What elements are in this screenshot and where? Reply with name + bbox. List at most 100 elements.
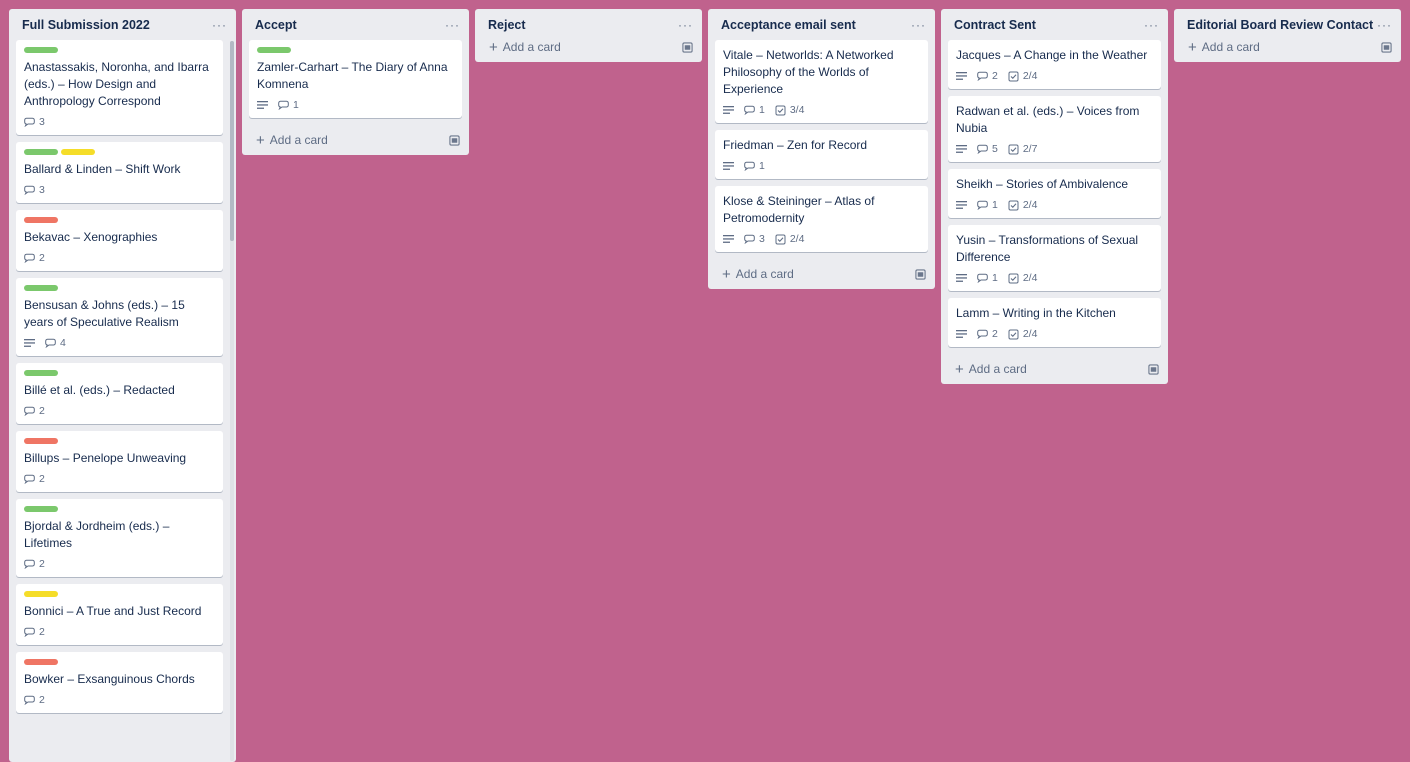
comment-icon: [744, 105, 755, 115]
checklist-icon: [1008, 200, 1019, 211]
label-red[interactable]: [24, 438, 58, 444]
comments-badge: 5: [977, 143, 998, 155]
card[interactable]: Bjordal & Jordheim (eds.) – Lifetimes 2: [16, 499, 223, 577]
add-card-button[interactable]: + Add a card: [475, 32, 702, 62]
list-title[interactable]: Acceptance email sent: [721, 18, 856, 32]
card[interactable]: Billups – Penelope Unweaving 2: [16, 431, 223, 492]
label-green[interactable]: [257, 47, 291, 53]
label-green[interactable]: [24, 47, 58, 53]
card-title: Bowker – Exsanguinous Chords: [24, 672, 195, 686]
comment-count: 5: [992, 143, 998, 155]
comment-icon: [977, 71, 988, 81]
list-menu-icon[interactable]: ···: [445, 18, 460, 32]
list-header[interactable]: Accept ···: [242, 9, 469, 40]
card-title: Friedman – Zen for Record: [723, 138, 868, 152]
card-labels: [24, 217, 215, 223]
add-card-button[interactable]: + Add a card: [708, 259, 935, 289]
comment-count: 2: [39, 694, 45, 706]
label-red[interactable]: [24, 217, 58, 223]
card-labels: [24, 370, 215, 376]
list-header[interactable]: Contract Sent ···: [941, 9, 1168, 40]
list-title[interactable]: Contract Sent: [954, 18, 1036, 32]
card[interactable]: Radwan et al. (eds.) – Voices from Nubia…: [948, 96, 1161, 162]
comment-count: 2: [39, 473, 45, 485]
checklist-badge: 2/4: [1008, 328, 1038, 340]
comments-badge: 1: [977, 199, 998, 211]
comments-badge: 3: [24, 116, 45, 128]
checklist-count: 2/4: [1022, 199, 1038, 211]
list-title[interactable]: Full Submission 2022: [22, 18, 150, 32]
checklist-icon: [775, 105, 786, 116]
comments-badge: 4: [45, 337, 66, 349]
description-icon: [956, 273, 967, 283]
card[interactable]: Friedman – Zen for Record 1: [715, 130, 928, 179]
plus-icon: +: [256, 131, 265, 149]
add-card-button[interactable]: + Add a card: [941, 354, 1168, 384]
card[interactable]: Vitale – Networlds: A Networked Philosop…: [715, 40, 928, 123]
comments-badge: 1: [744, 104, 765, 116]
checklist-badge: 2/4: [1008, 199, 1038, 211]
card[interactable]: Ballard & Linden – Shift Work 3: [16, 142, 223, 203]
label-yellow[interactable]: [61, 149, 95, 155]
card-template-icon[interactable]: [1148, 363, 1159, 375]
card[interactable]: Bonnici – A True and Just Record 2: [16, 584, 223, 645]
card-template-icon[interactable]: [682, 41, 693, 53]
comments-badge: 2: [24, 558, 45, 570]
card[interactable]: Yusin – Transformations of Sexual Differ…: [948, 225, 1161, 291]
list-menu-icon[interactable]: ···: [678, 18, 693, 32]
comments-badge: 2: [24, 252, 45, 264]
scrollbar-thumb[interactable]: [230, 41, 234, 241]
list-menu-icon[interactable]: ···: [1377, 18, 1392, 32]
card[interactable]: Bowker – Exsanguinous Chords 2: [16, 652, 223, 713]
card[interactable]: Jacques – A Change in the Weather 2 2/4: [948, 40, 1161, 89]
card-labels: [24, 149, 215, 155]
label-green[interactable]: [24, 285, 58, 291]
card[interactable]: Lamm – Writing in the Kitchen 2 2/4: [948, 298, 1161, 347]
card-badges: 2: [24, 404, 215, 418]
card-title: Bonnici – A True and Just Record: [24, 604, 202, 618]
list-title[interactable]: Accept: [255, 18, 297, 32]
card-badges: 2: [24, 251, 215, 265]
card[interactable]: Sheikh – Stories of Ambivalence 1 2/4: [948, 169, 1161, 218]
card[interactable]: Klose & Steininger – Atlas of Petromoder…: [715, 186, 928, 252]
list-scrollbar[interactable]: [230, 41, 234, 761]
label-green[interactable]: [24, 506, 58, 512]
list-header[interactable]: Full Submission 2022 ···: [9, 9, 236, 40]
comment-icon: [24, 474, 35, 484]
add-card-button[interactable]: + Add a card: [242, 125, 469, 155]
card[interactable]: Bensusan & Johns (eds.) – 15 years of Sp…: [16, 278, 223, 356]
comment-count: 2: [992, 328, 998, 340]
list-menu-icon[interactable]: ···: [1144, 18, 1159, 32]
label-yellow[interactable]: [24, 591, 58, 597]
add-card-label: Add a card: [968, 362, 1027, 376]
card-badges: 1: [723, 159, 920, 173]
card-template-icon[interactable]: [915, 268, 926, 280]
card-badges: 1 2/4: [956, 198, 1153, 212]
comment-icon: [977, 200, 988, 210]
list-editorial-board-review-contact: Editorial Board Review Contact ··· + Add …: [1174, 9, 1401, 62]
card-template-icon[interactable]: [1381, 41, 1392, 53]
description-icon: [24, 338, 35, 348]
card[interactable]: Anastassakis, Noronha, and Ibarra (eds.)…: [16, 40, 223, 135]
add-card-button[interactable]: + Add a card: [1174, 32, 1401, 62]
description-icon: [956, 329, 967, 339]
list-header[interactable]: Acceptance email sent ···: [708, 9, 935, 40]
card[interactable]: Billé et al. (eds.) – Redacted 2: [16, 363, 223, 424]
comment-count: 2: [992, 70, 998, 82]
label-red[interactable]: [24, 659, 58, 665]
card[interactable]: Bekavac – Xenographies 2: [16, 210, 223, 271]
comments-badge: 2: [24, 473, 45, 485]
card-title: Bekavac – Xenographies: [24, 230, 158, 244]
list-title[interactable]: Reject: [488, 18, 526, 32]
list-title[interactable]: Editorial Board Review Contact: [1187, 18, 1373, 32]
card[interactable]: Zamler-Carhart – The Diary of Anna Komne…: [249, 40, 462, 118]
label-green[interactable]: [24, 149, 58, 155]
card-template-icon[interactable]: [449, 134, 460, 146]
list-menu-icon[interactable]: ···: [911, 18, 926, 32]
checklist-count: 3/4: [789, 104, 805, 116]
label-green[interactable]: [24, 370, 58, 376]
checklist-count: 2/4: [1022, 328, 1038, 340]
checklist-icon: [1008, 273, 1019, 284]
checklist-badge: 2/4: [1008, 272, 1037, 284]
list-menu-icon[interactable]: ···: [212, 18, 227, 32]
